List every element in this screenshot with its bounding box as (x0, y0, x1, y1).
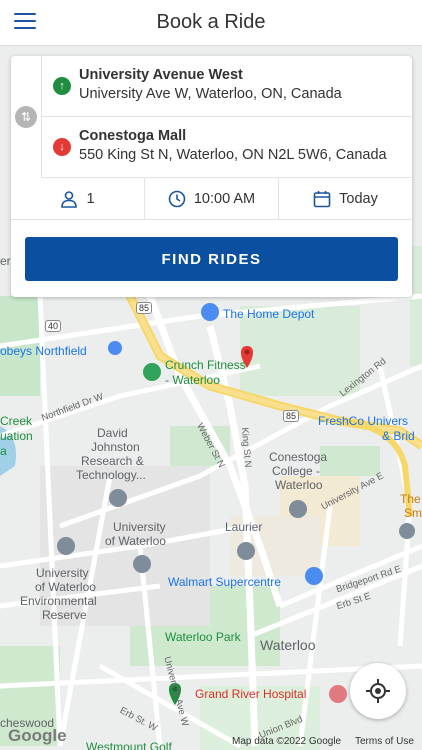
app-header: Book a Ride (0, 0, 422, 46)
map-label-uwer-4: Reserve (42, 608, 87, 622)
map-label-westmount: Westmount Golf (86, 740, 172, 750)
map-label-freshco-2: & Brid (382, 429, 415, 443)
pickup-name: University Avenue West (79, 67, 243, 83)
map-label-the-1: The (400, 492, 421, 506)
map-label-uwer-2: of Waterloo (35, 580, 96, 594)
crosshair-icon (366, 679, 390, 703)
swap-column: ⇅ (11, 56, 42, 178)
arrow-up-icon: ↑ (53, 77, 71, 95)
map-label-dj-1: David (97, 426, 128, 440)
highway-85-shield: 85 (136, 302, 153, 314)
map-label-crunch-1: Crunch Fitness (165, 358, 246, 372)
map-label-uw-1: University (113, 520, 166, 534)
dropoff-location-row[interactable]: ↓ Conestoga Mall 550 King St N, Waterloo… (42, 117, 412, 178)
clock-icon (168, 190, 186, 207)
map-label-laurier: Laurier (225, 520, 263, 534)
my-location-button[interactable] (350, 663, 406, 719)
swap-locations-icon[interactable]: ⇅ (15, 106, 37, 128)
pickup-time: 10:00 AM (193, 190, 256, 207)
passenger-count: 1 (86, 190, 95, 207)
map-label-conestoga-2: College - (272, 464, 321, 478)
map-label-dj-2: Johnston (91, 440, 140, 454)
map-label-grand-river-hospital: Grand River Hospital (195, 687, 307, 701)
map-label-freshco-1: FreshCo Univers (318, 414, 409, 428)
map-attribution: Map data ©2022 Google (232, 736, 342, 747)
map-label-conestoga-1: Conestoga (269, 450, 328, 464)
dropoff-name: Conestoga Mall (79, 128, 187, 144)
map-label-conestoga-3: Waterloo (275, 478, 323, 492)
time-selector[interactable]: 10:00 AM (144, 178, 278, 219)
calendar-icon (313, 190, 331, 207)
road-40-shield: 40 (45, 320, 62, 332)
map-label-walmart: Walmart Supercentre (168, 575, 281, 589)
pickup-date: Today (339, 190, 378, 207)
arrow-down-icon: ↓ (53, 138, 71, 156)
map-label-zehrs: obeys Northfield (0, 344, 87, 358)
map-label-creek-2: uation (0, 429, 33, 443)
map-label-uwer-1: University (36, 566, 89, 580)
map-label-home-depot: The Home Depot (223, 307, 315, 321)
terms-of-use-link[interactable]: Terms of Use (355, 736, 414, 750)
passenger-selector[interactable]: 1 (11, 178, 144, 219)
highway-85-shield-2: 85 (283, 410, 300, 422)
trip-options: 1 10:00 AM Today (11, 178, 412, 220)
date-selector[interactable]: Today (278, 178, 412, 219)
map-label-uwer-3: Environmental (20, 594, 97, 608)
dropoff-address: 550 King St N, Waterloo, ON N2L 5W6, Can… (79, 147, 387, 163)
map-label-waterloo-park: Waterloo Park (165, 630, 241, 644)
hamburger-menu-icon[interactable] (14, 13, 36, 33)
map-label-waterloo: Waterloo (260, 637, 316, 653)
map-label-dj-4: Technology... (76, 468, 146, 482)
map-label-fragment: er (0, 254, 11, 268)
pickup-address: University Ave W, Waterloo, ON, Canada (79, 86, 342, 102)
map-label-dj-3: Research & (81, 454, 144, 468)
map-label-uw-2: of Waterloo (105, 534, 166, 548)
booking-card: ⇅ ↑ University Avenue West University Av… (11, 56, 412, 297)
map-label-creek-1: Creek (0, 414, 33, 428)
google-logo: Google (8, 726, 67, 745)
map-label-creek-3: a (0, 444, 7, 458)
pickup-location-row[interactable]: ↑ University Avenue West University Ave … (42, 56, 412, 117)
page-title: Book a Ride (156, 11, 266, 33)
map-label-crunch-2: - Waterloo (165, 373, 220, 387)
find-rides-button[interactable]: FIND RIDES (25, 237, 398, 281)
map-label-the-2: Sm (404, 506, 422, 520)
person-icon (61, 190, 78, 208)
